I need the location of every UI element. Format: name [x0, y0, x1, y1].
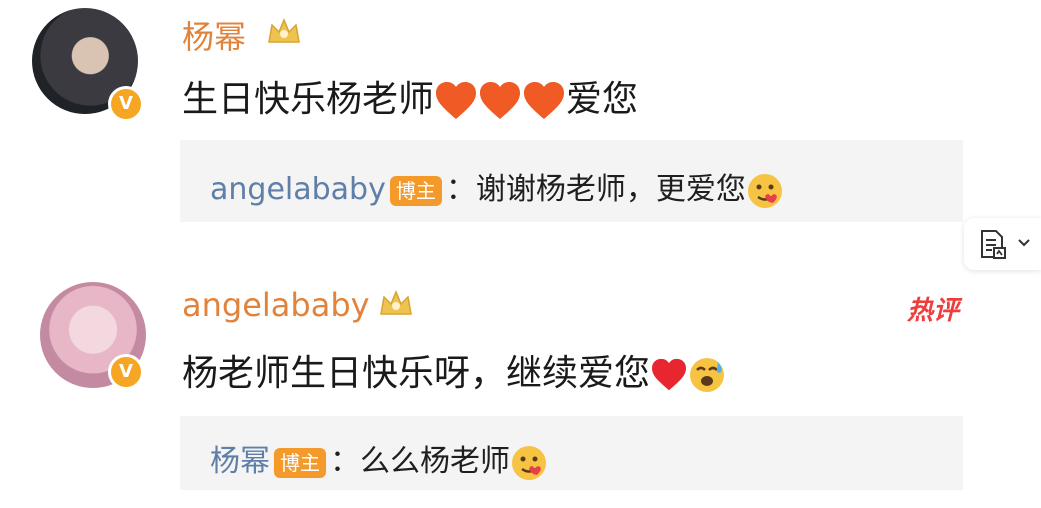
heart-emoji [652, 358, 687, 391]
comment-username[interactable]: angelababy [182, 286, 370, 324]
document-icon [981, 230, 1006, 259]
chevron-down-icon [1018, 239, 1030, 247]
reply-text: ：么么杨老师 [330, 444, 510, 479]
host-badge: 博主 [274, 447, 326, 478]
reply-username[interactable]: angelababy [210, 172, 386, 207]
reply-text: ：谢谢杨老师，更爱您 [445, 172, 746, 207]
face-emoji [690, 358, 725, 392]
verified-badge-icon: V [108, 354, 144, 390]
reply-box[interactable]: angelababy 博主 ：谢谢杨老师，更爱您 [180, 140, 963, 222]
heart-emoji [524, 82, 565, 119]
heart-emoji [436, 82, 477, 119]
hot-comment-label: 热评 [906, 296, 959, 326]
reply-line: 杨幂 博主 ：么么杨老师 [210, 436, 548, 482]
face-emoji [747, 173, 782, 208]
reply-box[interactable]: 杨幂 博主 ：么么杨老师 [180, 416, 963, 490]
crown-icon [268, 18, 300, 43]
face-emoji [512, 445, 546, 480]
heart-emoji [480, 82, 521, 119]
comment-username[interactable]: 杨幂 [182, 12, 246, 58]
comment-text: 杨老师生日快乐呀，继续爱您 [182, 344, 726, 396]
side-tool-button[interactable] [964, 218, 1041, 270]
comment-text: 生日快乐杨老师 爱您 [182, 79, 639, 120]
comment-item: V 杨幂 生日快乐杨老师 爱您 angelababy 博主 ：谢谢杨老师，更爱您 [0, 0, 1041, 230]
crown-icon [380, 290, 412, 315]
verified-badge-icon: V [108, 86, 144, 122]
reply-username[interactable]: 杨幂 [210, 444, 270, 479]
host-badge: 博主 [389, 175, 442, 206]
comment-item: V angelababy 热评 杨老师生日快乐呀，继续爱您 杨幂 博主 ：么么杨老师 [0, 270, 1041, 508]
reply-line: angelababy 博主 ：谢谢杨老师，更爱您 [210, 164, 784, 210]
